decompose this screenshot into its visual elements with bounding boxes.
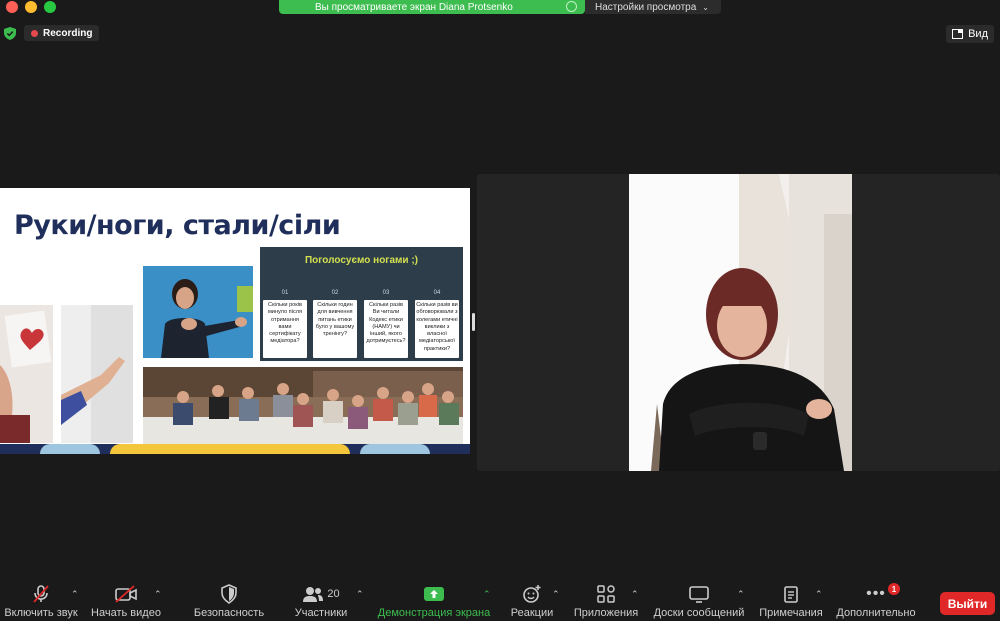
participant-video-feed	[629, 174, 852, 471]
whiteboards-button[interactable]: Доски сообщений	[650, 581, 748, 621]
mic-muted-icon	[33, 585, 49, 603]
participants-options-caret[interactable]: ⌃	[356, 589, 364, 600]
poll-card-number: 02	[331, 290, 339, 296]
close-window-button[interactable]	[6, 1, 18, 13]
photo-heart-card	[0, 305, 53, 443]
notes-options-caret[interactable]: ⌃	[815, 589, 823, 600]
poll-card-number: 01	[281, 290, 289, 296]
poll-card-number: 03	[382, 290, 390, 296]
more-icon: •••	[866, 585, 886, 602]
video-off-icon	[115, 585, 137, 603]
participant-count: 20	[327, 588, 340, 600]
participants-button[interactable]: 20 Участники	[290, 581, 352, 621]
minimize-window-button[interactable]	[25, 1, 37, 13]
recording-dot-icon	[31, 29, 38, 37]
shield-icon	[221, 584, 237, 604]
encryption-shield-icon[interactable]	[4, 27, 16, 40]
chevron-down-icon: ⌄	[702, 2, 709, 12]
whiteboard-icon	[689, 586, 709, 603]
start-video-label: Начать видео	[91, 607, 161, 619]
share-screen-icon	[424, 587, 444, 601]
poll-card-number: 04	[433, 290, 441, 296]
split-view-drag-handle[interactable]	[472, 313, 475, 331]
recording-label: Recording	[43, 27, 93, 39]
notification-badge: 1	[888, 583, 900, 595]
view-settings-dropdown[interactable]: Настройки просмотра ⌄	[585, 0, 721, 14]
audio-options-caret[interactable]: ⌃	[71, 589, 79, 600]
maximize-window-button[interactable]	[44, 1, 56, 13]
share-screen-button[interactable]: Демонстрация экрана	[374, 581, 494, 621]
view-settings-label: Настройки просмотра	[595, 1, 697, 13]
unmute-label: Включить звук	[4, 607, 78, 619]
window-controls	[6, 1, 56, 13]
reaction-icon	[523, 585, 541, 603]
security-label: Безопасность	[193, 607, 265, 619]
poll-title: Поголосуємо ногами ;)	[304, 255, 419, 266]
apps-button[interactable]: Приложения	[572, 581, 640, 621]
leave-meeting-button[interactable]: Выйти	[940, 592, 995, 615]
screen-share-banner: Вы просматриваете экран Diana Protsenko	[279, 0, 585, 14]
view-label: Вид	[968, 28, 988, 40]
apps-icon	[597, 585, 615, 603]
poll-card: Скільки разів ви обговорювали з колегами…	[415, 300, 459, 358]
photo-group-training	[143, 367, 463, 444]
reactions-label: Реакции	[510, 607, 554, 619]
meeting-toolbar: Включить звук ⌃ Начать видео ⌃ Безопасно…	[0, 581, 1000, 621]
start-video-button[interactable]: Начать видео	[90, 581, 162, 621]
security-button[interactable]: Безопасность	[190, 581, 268, 621]
poll-panel: Поголосуємо ногами ;) 01 02 03 04 Скільк…	[260, 247, 463, 361]
reactions-button[interactable]: Реакции	[508, 581, 556, 621]
poll-card: Скільки років минуло після отримання вам…	[263, 300, 307, 358]
grid-view-icon	[952, 29, 964, 39]
more-label: Дополнительно	[836, 607, 916, 619]
apps-options-caret[interactable]: ⌃	[631, 589, 639, 600]
whiteboards-label: Доски сообщений	[653, 607, 745, 619]
photo-hand-pointing	[61, 305, 133, 443]
whiteboards-options-caret[interactable]: ⌃	[737, 589, 745, 600]
video-options-caret[interactable]: ⌃	[154, 589, 162, 600]
reactions-options-caret[interactable]: ⌃	[552, 589, 560, 600]
more-button[interactable]: ••• Дополнительно	[834, 581, 918, 621]
recording-indicator[interactable]: Recording	[24, 25, 100, 41]
photo-trainer	[143, 266, 253, 358]
unmute-button[interactable]: Включить звук	[2, 581, 80, 621]
share-options-caret[interactable]: ⌃	[483, 589, 491, 600]
slide-footer-decoration	[0, 444, 470, 454]
participants-label: Участники	[294, 607, 348, 619]
share-status-icon	[566, 1, 577, 12]
notes-button[interactable]: Примечания	[756, 581, 826, 621]
share-banner-text: Вы просматриваете экран Diana Protsenko	[315, 1, 513, 13]
notes-icon	[784, 586, 798, 603]
share-screen-label: Демонстрация экрана	[377, 607, 491, 619]
poll-card: Скільки годин для вивчення питань етики …	[313, 300, 357, 358]
zoom-window: Вы просматриваете экран Diana Protsenko …	[0, 0, 1000, 621]
poll-card: Скільки разів Ви читали Кодекс етики (НА…	[364, 300, 408, 358]
shared-screen-slide: Руки/ноги, стали/сіли Поголосуємо ногами…	[0, 188, 470, 454]
slide-title: Руки/ноги, стали/сіли	[14, 210, 341, 241]
apps-label: Приложения	[573, 607, 639, 619]
participants-icon	[303, 587, 324, 602]
notes-label: Примечания	[759, 607, 823, 619]
view-button[interactable]: Вид	[946, 25, 994, 43]
